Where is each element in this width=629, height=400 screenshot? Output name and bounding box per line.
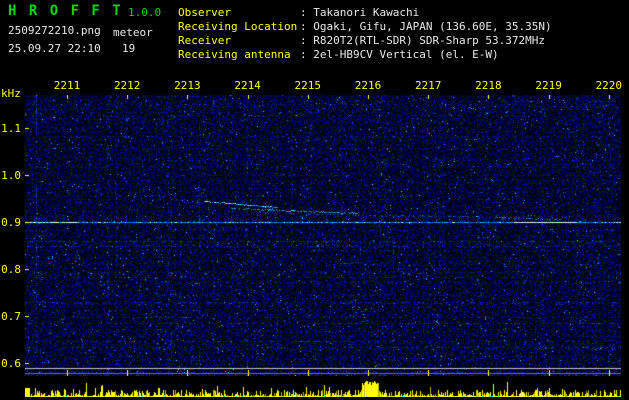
time-tick-label: 2216 xyxy=(354,79,382,92)
echo-count: 19 xyxy=(122,42,136,55)
station-info: Observer : Takanori Kawachi Receiving Loca… xyxy=(178,6,552,62)
info-value: : R820T2(RTL-SDR) SDR-Sharp 53.372MHz xyxy=(300,34,546,47)
info-value: : 2el-HB9CV Vertical (el. E-W) xyxy=(300,48,499,61)
info-value: : Takanori Kawachi xyxy=(300,6,420,19)
time-axis: 2211 2212 2213 2214 2215 2216 2217 2218 2219 2220 xyxy=(0,79,629,92)
app-version: 1.0.0 xyxy=(128,6,162,19)
info-value: : Ogaki, Gifu, JAPAN (136.60E, 35.35N) xyxy=(300,20,552,33)
signal-meter-canvas xyxy=(25,380,621,397)
info-label: Receiving antenna xyxy=(178,48,291,61)
time-tick-label: 2218 xyxy=(475,79,502,92)
info-row: Receiving Location: Ogaki, Gifu, JAPAN (… xyxy=(178,20,552,34)
spectrogram-canvas xyxy=(25,95,621,376)
info-label: Receiving Location xyxy=(178,20,298,33)
time-tick-label: 2220 xyxy=(595,79,623,92)
time-tick-label: 2211 xyxy=(53,79,81,92)
info-row: Receiver : R820T2(RTL-SDR) SDR-Sharp 53.3… xyxy=(178,34,552,48)
time-tick-label: 2212 xyxy=(113,79,141,92)
app-title: H R O F F T xyxy=(8,3,123,19)
freq-tick-label: 0.8 xyxy=(1,263,21,276)
mode-label: meteor xyxy=(113,26,153,39)
time-tick-label: 2214 xyxy=(234,79,261,92)
info-label: Observer xyxy=(178,6,231,19)
time-tick-label: 2213 xyxy=(174,79,201,92)
time-tick-label: 2217 xyxy=(414,79,442,92)
freq-unit-label: kHz xyxy=(1,87,21,100)
frequency-axis: kHz 1.1 1.0 0.9 0.8 0.7 0.6 xyxy=(0,0,25,400)
time-tick-label: 2215 xyxy=(294,79,322,92)
freq-tick-label: 0.6 xyxy=(1,357,21,370)
info-label: Receiver xyxy=(178,34,231,47)
freq-tick-label: 0.7 xyxy=(1,310,21,323)
info-row: Receiving antenna : 2el-HB9CV Vertical (e… xyxy=(178,48,552,62)
freq-tick-label: 1.1 xyxy=(1,122,21,135)
hrofft-window: H R O F F T 1.0.0 2509272210.png meteor … xyxy=(0,0,629,400)
info-row: Observer : Takanori Kawachi xyxy=(178,6,552,20)
freq-tick-label: 0.9 xyxy=(1,216,21,229)
freq-tick-label: 1.0 xyxy=(1,169,21,182)
time-tick-label: 2219 xyxy=(535,79,562,92)
